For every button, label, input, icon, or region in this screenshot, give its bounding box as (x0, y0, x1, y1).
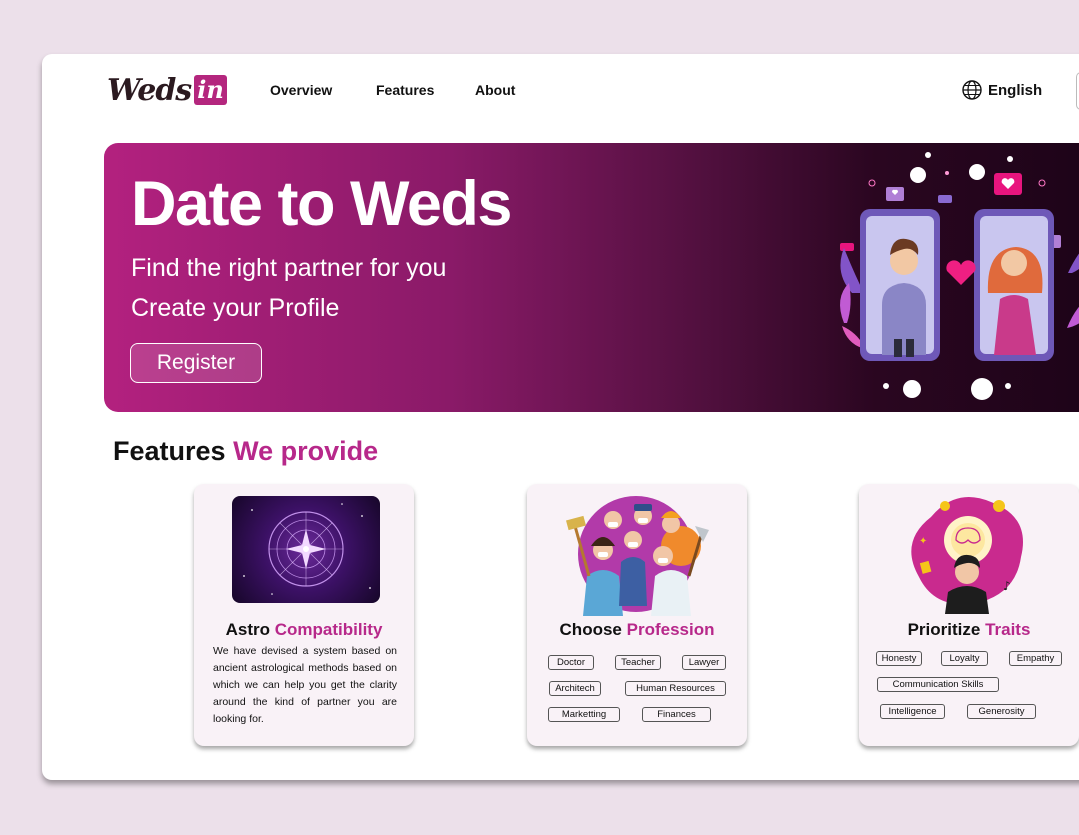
feature-card-profession[interactable]: Choose Profession Doctor Teacher Lawyer … (527, 484, 747, 746)
logo-badge: in (194, 75, 227, 105)
hero-subtitle-1: Find the right partner for you (131, 254, 447, 282)
logo[interactable]: Weds in (107, 72, 227, 108)
couple-phones-illustration (840, 152, 1079, 400)
profession-title-dark: Choose (559, 620, 622, 639)
feature-card-traits[interactable]: ♪ ✦ Prioritize Traits Honesty Loyalty Em… (859, 484, 1079, 746)
tag-human-resources[interactable]: Human Resources (625, 681, 726, 696)
register-button[interactable]: Register (130, 343, 262, 383)
svg-text:♪: ♪ (1003, 579, 1011, 593)
tag-intelligence[interactable]: Intelligence (880, 704, 945, 719)
tag-finances[interactable]: Finances (642, 707, 711, 722)
nav-features[interactable]: Features (376, 82, 434, 98)
traits-illustration: ♪ ✦ (911, 497, 1023, 614)
traits-title: Prioritize Traits (859, 620, 1079, 640)
globe-icon (962, 80, 982, 100)
tag-teacher[interactable]: Teacher (615, 655, 661, 670)
features-heading-pink: We provide (233, 436, 379, 466)
tag-honesty[interactable]: Honesty (876, 651, 922, 666)
tag-doctor[interactable]: Doctor (548, 655, 594, 670)
professionals-illustration (566, 496, 709, 616)
hero-subtitle-2: Create your Profile (131, 294, 340, 322)
features-heading-dark: Features (113, 436, 226, 466)
features-heading: Features We provide (113, 436, 378, 467)
profession-title: Choose Profession (527, 620, 747, 640)
profession-title-pink: Profession (626, 620, 715, 639)
feature-card-astro[interactable]: Astro Compatibility We have devised a sy… (194, 484, 414, 746)
traits-title-dark: Prioritize (907, 620, 981, 639)
astro-title: Astro Compatibility (194, 620, 414, 640)
traits-title-pink: Traits (985, 620, 1031, 639)
tag-empathy[interactable]: Empathy (1009, 651, 1062, 666)
tag-lawyer[interactable]: Lawyer (682, 655, 726, 670)
hero-title: Date to Weds (131, 169, 512, 239)
zodiac-wheel-image (232, 496, 380, 603)
tag-marketting[interactable]: Marketting (548, 707, 620, 722)
language-label: English (988, 81, 1043, 99)
astro-title-dark: Astro (225, 620, 270, 639)
logo-text: Weds (107, 72, 192, 108)
language-selector[interactable]: English (962, 80, 1042, 100)
nav-overview[interactable]: Overview (270, 82, 332, 98)
astro-title-pink: Compatibility (274, 620, 383, 639)
astro-description: We have devised a system based on ancien… (213, 645, 397, 725)
tag-architech[interactable]: Architech (549, 681, 601, 696)
tag-communication-skills[interactable]: Communication Skills (877, 677, 999, 692)
svg-text:✦: ✦ (919, 536, 927, 547)
hero-banner: Date to Weds Find the right partner for … (104, 143, 1079, 412)
nav-about[interactable]: About (475, 82, 515, 98)
tag-generosity[interactable]: Generosity (967, 704, 1036, 719)
tag-loyalty[interactable]: Loyalty (941, 651, 988, 666)
